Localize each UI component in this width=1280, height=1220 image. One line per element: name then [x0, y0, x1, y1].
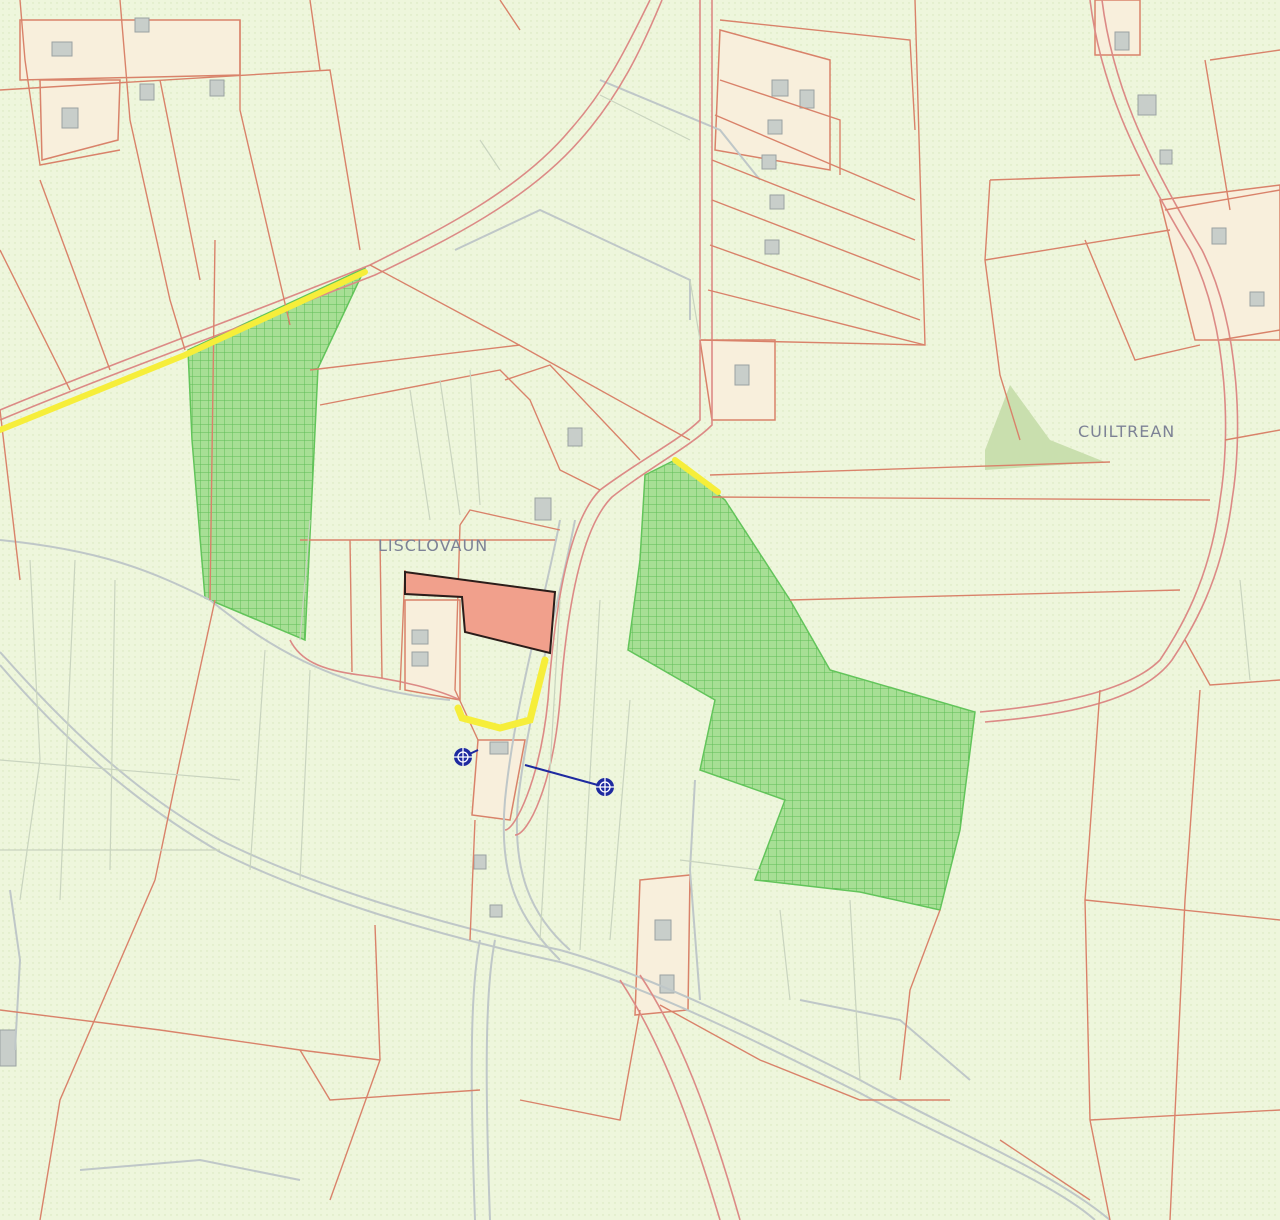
townland-label-cuiltrean: CUILTREAN	[1078, 422, 1175, 441]
survey-marker-icon[interactable]	[454, 748, 472, 766]
survey-marker-icon[interactable]	[596, 778, 614, 796]
site-location-map[interactable]: LISCLOVAUN CUILTREAN	[0, 0, 1280, 1220]
townland-label-lisclovaun: LISCLOVAUN	[378, 536, 488, 555]
